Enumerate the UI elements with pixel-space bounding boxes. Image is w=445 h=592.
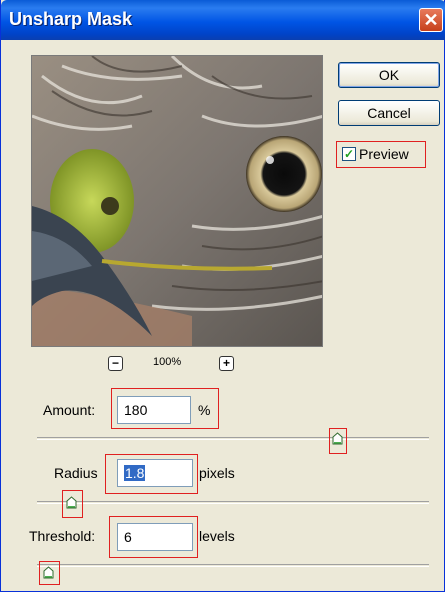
ok-button[interactable]: OK <box>338 62 440 88</box>
close-icon: ✕ <box>423 10 439 30</box>
preview-image[interactable] <box>31 55 323 347</box>
threshold-input[interactable]: 6 <box>117 523 193 551</box>
radius-value: 1.8 <box>124 465 146 481</box>
amount-slider-thumb[interactable] <box>332 432 343 445</box>
unsharp-mask-dialog: Unsharp Mask ✕ − 100% + OK Cancel ✓ Prev… <box>0 0 445 592</box>
threshold-value: 6 <box>124 529 132 545</box>
amount-value: 180 <box>124 402 148 418</box>
cancel-button[interactable]: Cancel <box>338 100 440 126</box>
preview-checkbox[interactable]: ✓ <box>342 147 356 161</box>
close-button[interactable]: ✕ <box>419 8 443 32</box>
amount-input[interactable]: 180 <box>117 396 191 424</box>
radius-slider-track[interactable] <box>37 501 429 504</box>
preview-label[interactable]: Preview <box>359 146 409 162</box>
threshold-slider-thumb[interactable] <box>43 566 54 579</box>
check-icon: ✓ <box>343 147 355 161</box>
zoom-out-button[interactable]: − <box>108 356 123 371</box>
amount-slider-track[interactable] <box>37 437 429 440</box>
hawk-preview-image <box>32 56 322 346</box>
plus-icon: + <box>222 356 230 370</box>
threshold-unit: levels <box>199 528 235 544</box>
threshold-label: Threshold: <box>29 528 96 544</box>
minus-icon: − <box>111 356 119 370</box>
title-bar[interactable]: Unsharp Mask ✕ <box>1 0 445 40</box>
radius-slider-thumb[interactable] <box>66 496 77 509</box>
threshold-slider-track[interactable] <box>37 564 429 567</box>
radius-input[interactable]: 1.8 <box>117 459 193 487</box>
zoom-level: 100% <box>153 356 182 368</box>
zoom-in-button[interactable]: + <box>219 356 234 371</box>
amount-unit: % <box>198 402 211 418</box>
radius-unit: pixels <box>199 465 235 481</box>
amount-label: Amount: <box>43 402 96 418</box>
dialog-title: Unsharp Mask <box>9 9 133 29</box>
radius-label: Radius <box>54 465 98 481</box>
